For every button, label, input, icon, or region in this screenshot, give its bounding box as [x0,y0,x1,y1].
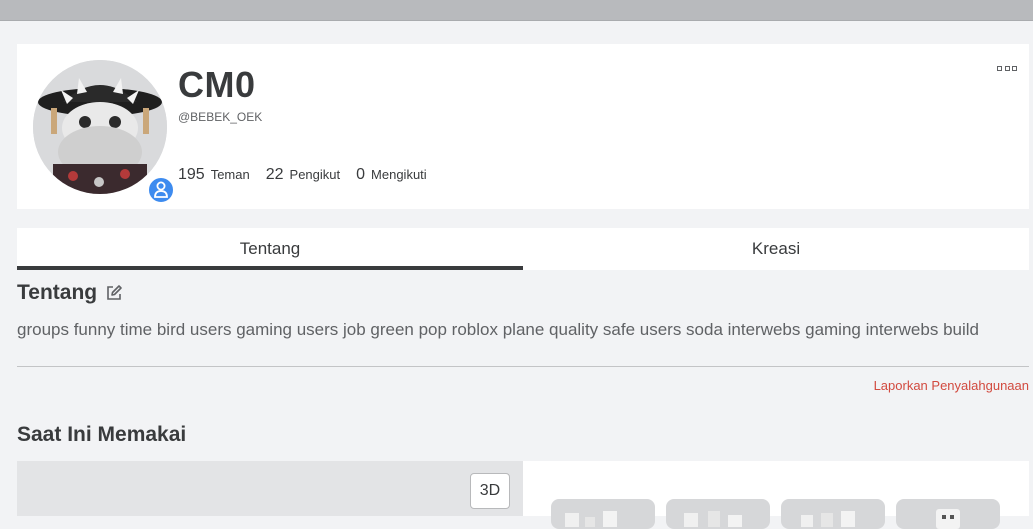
profile-header: CM0 @BEBEK_OEK 195 Teman 22 Pengikut 0 M… [17,44,1029,209]
following-label: Mengikuti [371,167,427,182]
avatar-image [33,60,167,194]
item-thumbnail [936,509,960,529]
avatar[interactable] [33,60,167,194]
following-stat[interactable]: 0 Mengikuti [356,166,427,184]
item-thumbnail [801,511,855,527]
username: @BEBEK_OEK [178,110,263,124]
item-thumbnail [684,511,742,527]
tab-creations[interactable]: Kreasi [523,228,1029,270]
section-divider [17,366,1029,367]
top-bar [0,0,1033,21]
tab-about[interactable]: Tentang [17,228,523,270]
wearing-item[interactable] [551,499,655,529]
edit-icon[interactable] [105,284,123,302]
friends-count: 195 [178,166,205,183]
wearing-item[interactable] [666,499,770,529]
followers-label: Pengikut [289,167,341,182]
wearing-items-panel [523,461,1029,529]
report-abuse-link[interactable]: Laporkan Penyalahgunaan [874,378,1029,393]
wearing-item[interactable] [781,499,885,529]
following-count: 0 [356,166,366,183]
profile-stats: 195 Teman 22 Pengikut 0 Mengikuti [178,166,443,184]
friends-label: Teman [210,167,250,182]
about-title-text: Tentang [17,281,98,304]
followers-stat[interactable]: 22 Pengikut [266,166,340,184]
avatar-viewer: 3D [17,461,523,516]
view-3d-button[interactable]: 3D [470,473,510,509]
more-options-icon[interactable] [997,64,1017,72]
presence-icon [147,176,175,204]
about-section-title: Tentang [17,281,123,305]
currently-wearing-title: Saat Ini Memakai [17,423,187,446]
followers-count: 22 [265,166,284,183]
display-name: CM0 [178,64,256,105]
item-thumbnail [565,511,617,527]
about-description: groups funny time bird users gaming user… [17,320,979,339]
wearing-item[interactable] [896,499,1000,529]
profile-tabs: Tentang Kreasi [17,228,1029,270]
friends-stat[interactable]: 195 Teman [178,166,250,184]
